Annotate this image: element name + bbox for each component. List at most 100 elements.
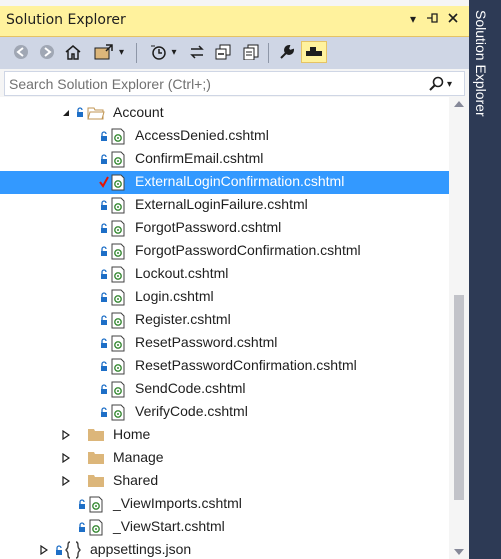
- json-file-icon: [65, 541, 81, 559]
- razor-file-icon: [111, 128, 125, 145]
- tree-file-lockout[interactable]: Lockout.cshtml: [0, 263, 449, 286]
- scroll-down-arrow-icon[interactable]: [454, 549, 464, 555]
- tree-file-resetpassword[interactable]: ResetPassword.cshtml: [0, 332, 449, 355]
- razor-file-icon: [111, 220, 125, 237]
- tree-item-label: Home: [113, 426, 151, 442]
- tree-file-viewimports[interactable]: _ViewImports.cshtml: [0, 493, 449, 516]
- lock-icon: [79, 499, 85, 509]
- search-input[interactable]: [9, 74, 429, 93]
- collapse-all-icon: [215, 44, 231, 60]
- tree-folder-home[interactable]: Home: [0, 424, 449, 447]
- tree-file-forgotpassword[interactable]: ForgotPassword.cshtml: [0, 217, 449, 240]
- tree-item-label: Register.cshtml: [135, 311, 231, 327]
- tree-item-label: VerifyCode.cshtml: [135, 403, 248, 419]
- search-options-dropdown-icon[interactable]: ▾: [447, 79, 452, 90]
- forward-button[interactable]: [36, 41, 58, 63]
- tree-file-sendcode[interactable]: SendCode.cshtml: [0, 378, 449, 401]
- tree-file-accessdenied[interactable]: AccessDenied.cshtml: [0, 125, 449, 148]
- open-folder-icon: [87, 107, 105, 120]
- solution-explorer-side-tab[interactable]: Solution Explorer: [469, 0, 501, 559]
- side-tab-label: Solution Explorer: [473, 10, 489, 117]
- tree-item-label: AccessDenied.cshtml: [135, 127, 269, 143]
- tree-item-label: ExternalLoginFailure.cshtml: [135, 196, 308, 212]
- preview-selected-items-button[interactable]: [301, 41, 327, 63]
- tree-item-label: SendCode.cshtml: [135, 380, 246, 396]
- tree-file-login[interactable]: Login.cshtml: [0, 286, 449, 309]
- razor-file-icon: [111, 243, 125, 260]
- tree-file-forgotpasswordconfirmation[interactable]: ForgotPasswordConfirmation.cshtml: [0, 240, 449, 263]
- back-button[interactable]: [10, 41, 32, 63]
- pending-changes-filter-icon: [151, 45, 167, 60]
- tree-item-label: _ViewStart.cshtml: [113, 518, 225, 534]
- toolbar-separator: [268, 43, 269, 63]
- razor-file-icon: [111, 358, 125, 375]
- razor-file-icon: [111, 151, 125, 168]
- tree-file-appsettings[interactable]: appsettings.json: [0, 539, 449, 559]
- show-all-files-button[interactable]: [240, 41, 262, 63]
- dropdown-icon[interactable]: ▾: [119, 47, 124, 58]
- toolbar-separator: [136, 43, 137, 63]
- tree-folder-shared[interactable]: Shared: [0, 470, 449, 493]
- forward-icon: [40, 45, 54, 59]
- folder-icon: [88, 475, 104, 487]
- sync-button[interactable]: [186, 41, 208, 63]
- tree-item-label: ExternalLoginConfirmation.cshtml: [135, 173, 345, 189]
- razor-file-icon: [111, 404, 125, 421]
- lock-icon: [101, 131, 107, 141]
- tree-file-verifycode[interactable]: VerifyCode.cshtml: [0, 401, 449, 424]
- back-icon: [14, 45, 28, 59]
- collapse-all-button[interactable]: [212, 41, 234, 63]
- home-button[interactable]: [62, 41, 84, 63]
- expanded-arrow-icon[interactable]: [62, 109, 70, 117]
- close-icon[interactable]: [445, 12, 461, 26]
- tree-file-confirmemail[interactable]: ConfirmEmail.cshtml: [0, 148, 449, 171]
- lock-icon: [101, 223, 107, 233]
- sync-icon: [190, 45, 204, 59]
- vertical-scrollbar[interactable]: [449, 97, 469, 559]
- tree-folder-account[interactable]: Account: [0, 102, 449, 125]
- lock-icon: [101, 269, 107, 279]
- sync-with-active-document-button[interactable]: ▾: [90, 41, 128, 63]
- razor-file-icon: [111, 174, 125, 191]
- lock-icon: [101, 361, 107, 371]
- tree-item-label: _ViewImports.cshtml: [113, 495, 242, 511]
- collapsed-arrow-icon[interactable]: [62, 476, 70, 486]
- collapsed-arrow-icon[interactable]: [62, 453, 70, 463]
- lock-icon: [101, 384, 107, 394]
- folder-icon: [88, 452, 104, 464]
- lock-icon: [101, 246, 107, 256]
- tree-item-label: Manage: [113, 449, 164, 465]
- lock-icon: [77, 107, 83, 117]
- folder-icon: [88, 429, 104, 441]
- tree-file-externalloginconfirmation[interactable]: ExternalLoginConfirmation.cshtml: [0, 171, 449, 194]
- window-menu-dropdown-icon[interactable]: ▾: [405, 12, 421, 26]
- scroll-up-arrow-icon[interactable]: [454, 101, 464, 107]
- pending-changes-filter-button[interactable]: ▾: [144, 41, 182, 63]
- tree-file-externalloginfailure[interactable]: ExternalLoginFailure.cshtml: [0, 194, 449, 217]
- scrollbar-thumb[interactable]: [454, 295, 464, 500]
- lock-icon: [101, 292, 107, 302]
- properties-button[interactable]: [276, 41, 298, 63]
- collapsed-arrow-icon[interactable]: [62, 430, 70, 440]
- razor-file-icon: [111, 266, 125, 283]
- search-button[interactable]: ▾: [428, 74, 460, 94]
- solution-tree: Account AccessDenied.cshtml ConfirmEmail…: [0, 97, 449, 559]
- dropdown-icon[interactable]: ▾: [171, 47, 176, 58]
- tree-file-viewstart[interactable]: _ViewStart.cshtml: [0, 516, 449, 539]
- tree-item-label: ForgotPassword.cshtml: [135, 219, 282, 235]
- auto-hide-pin-icon[interactable]: [424, 12, 440, 27]
- tree-item-label: Login.cshtml: [135, 288, 214, 304]
- tree-file-resetpasswordconfirmation[interactable]: ResetPasswordConfirmation.cshtml: [0, 355, 449, 378]
- razor-file-icon: [111, 312, 125, 329]
- preview-selected-items-icon: [306, 47, 322, 56]
- window-title: Solution Explorer: [6, 12, 126, 28]
- lock-icon: [79, 522, 85, 532]
- tree-item-label: ConfirmEmail.cshtml: [135, 150, 264, 166]
- tree-item-label: Lockout.cshtml: [135, 265, 229, 281]
- lock-icon: [101, 338, 107, 348]
- lock-icon: [101, 200, 107, 210]
- collapsed-arrow-icon[interactable]: [40, 545, 48, 555]
- search-box: ▾: [4, 71, 465, 96]
- tree-folder-manage[interactable]: Manage: [0, 447, 449, 470]
- tree-file-register[interactable]: Register.cshtml: [0, 309, 449, 332]
